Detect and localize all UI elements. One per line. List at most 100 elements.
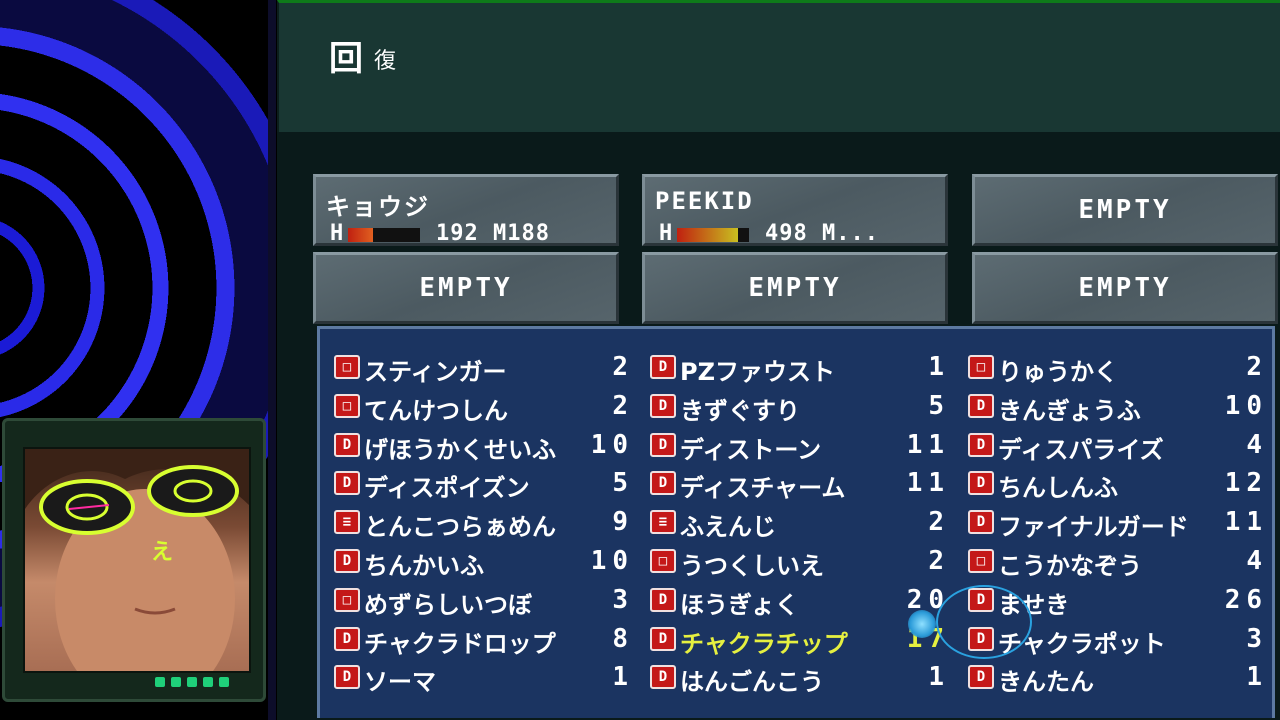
item-row[interactable]: D ソーマ 1 xyxy=(334,659,634,697)
item-quantity: 1 xyxy=(928,662,950,693)
item-row[interactable]: □ スティンガー 2 xyxy=(334,349,634,386)
item-quantity: 1 xyxy=(928,352,950,382)
item-type-icon: □ xyxy=(650,549,676,573)
item-quantity: 2 xyxy=(612,352,634,382)
item-name: ふえんじ xyxy=(680,513,776,542)
party-member-stats: 192 M188 xyxy=(436,221,550,246)
character-portrait: え xyxy=(23,447,251,673)
party-slot-1[interactable]: キョウジ H 192 M188 xyxy=(313,174,619,246)
item-name: ちんかいふ xyxy=(364,552,484,580)
item-quantity: 1 xyxy=(1246,662,1268,693)
menu-title: 復 xyxy=(374,49,397,74)
item-row[interactable]: D ディスチャーム 11 xyxy=(650,465,950,503)
item-type-icon: □ xyxy=(334,587,360,612)
item-quantity: 11 xyxy=(906,429,950,460)
item-row[interactable]: □ めずらしいつぼ 3 xyxy=(334,582,634,619)
item-row[interactable]: ≡ とんこつらぁめん 9 xyxy=(334,504,634,542)
item-name: とんこつらぁめん xyxy=(364,513,556,542)
item-quantity: 3 xyxy=(612,584,634,615)
item-row[interactable]: D ディストーン 11 xyxy=(650,427,950,464)
item-type-icon: ≡ xyxy=(650,510,676,535)
item-type-icon: D xyxy=(334,471,360,496)
item-quantity: 4 xyxy=(1246,429,1268,460)
item-quantity: 1 xyxy=(612,662,634,693)
empty-slot-label: EMPTY xyxy=(748,273,842,303)
item-row[interactable]: D ディスパライズ 4 xyxy=(968,427,1268,464)
item-name: きんたん xyxy=(998,668,1094,697)
item-row[interactable]: □ こうかなぞう 4 xyxy=(968,543,1268,580)
item-type-icon: D xyxy=(650,432,676,457)
item-type-icon: D xyxy=(650,393,676,418)
item-quantity: 10 xyxy=(1224,390,1268,421)
party-slot-4[interactable]: EMPTY xyxy=(313,252,619,324)
party-slot-3[interactable]: EMPTY xyxy=(972,174,1278,246)
hp-label: H xyxy=(330,221,344,246)
item-row[interactable]: D げほうかくせいふ 10 xyxy=(334,427,634,464)
item-row[interactable]: D はんごんこう 1 xyxy=(650,659,950,696)
item-quantity: 2 xyxy=(612,390,634,421)
item-quantity: 5 xyxy=(928,390,950,421)
item-row[interactable]: D ディスポイズン 5 xyxy=(334,465,634,502)
empty-slot-label: EMPTY xyxy=(1078,195,1172,225)
item-name: ちんしんふ xyxy=(998,474,1118,503)
status-lights xyxy=(155,677,255,691)
item-row[interactable]: □ てんけつしん 2 xyxy=(334,388,634,425)
cursor-glow xyxy=(908,610,936,638)
item-row[interactable]: D きんたん 1 xyxy=(968,659,1268,697)
menu-title-icon: 回 xyxy=(329,39,365,79)
menu-header: 回 復 xyxy=(277,0,1280,132)
item-row[interactable]: D チャクラドロップ 8 xyxy=(334,621,634,658)
party-slot-6[interactable]: EMPTY xyxy=(972,252,1278,324)
item-type-icon: □ xyxy=(334,355,360,379)
item-type-icon: ≡ xyxy=(334,510,360,535)
item-name: ディスチャーム xyxy=(680,474,846,503)
item-name: うつくしいえ xyxy=(680,552,824,580)
item-row[interactable]: D PZファウスト 1 xyxy=(650,349,950,386)
item-row[interactable]: D ちんかいふ 10 xyxy=(334,543,634,580)
item-name: りゅうかく xyxy=(998,358,1118,386)
item-type-icon: D xyxy=(968,665,994,690)
empty-slot-label: EMPTY xyxy=(419,273,513,303)
item-type-icon: □ xyxy=(968,549,994,573)
selection-cursor xyxy=(936,585,1032,659)
item-row[interactable]: D ほうぎょく 20 xyxy=(650,582,950,619)
item-type-icon: D xyxy=(650,471,676,496)
item-type-icon: D xyxy=(650,587,676,612)
svg-text:え: え xyxy=(151,540,173,565)
item-type-icon: D xyxy=(334,626,360,651)
party-member-stats: 498 M... xyxy=(765,221,879,246)
item-type-icon: D xyxy=(968,471,994,496)
empty-slot-label: EMPTY xyxy=(1078,273,1172,303)
item-name: チャクラチップ xyxy=(680,629,848,658)
item-row[interactable]: ≡ ふえんじ 2 xyxy=(650,504,950,542)
item-quantity: 11 xyxy=(1224,507,1268,538)
item-row[interactable]: □ うつくしいえ 2 xyxy=(650,543,950,580)
hp-label: H xyxy=(659,221,673,246)
item-name: ソーマ xyxy=(364,668,436,697)
item-row[interactable]: □ りゅうかく 2 xyxy=(968,349,1268,386)
item-row[interactable]: D ファイナルガード 11 xyxy=(968,504,1268,541)
hp-bar xyxy=(677,228,749,242)
party-slot-5[interactable]: EMPTY xyxy=(642,252,948,324)
item-name: げほうかくせいふ xyxy=(364,435,556,464)
item-name: めずらしいつぼ xyxy=(364,590,532,619)
item-name: ディスパライズ xyxy=(998,435,1164,464)
item-quantity: 2 xyxy=(928,507,950,538)
party-slot-2[interactable]: PEEKID H 498 M... xyxy=(642,174,948,246)
hp-fill xyxy=(677,228,739,242)
item-name: チャクラドロップ xyxy=(364,629,556,658)
party-member-name: PEEKID xyxy=(655,187,754,215)
item-row[interactable]: D ちんしんふ 12 xyxy=(968,465,1268,503)
portrait-frame: え xyxy=(2,418,266,702)
item-quantity: 26 xyxy=(1224,584,1268,615)
item-type-icon: D xyxy=(334,549,360,573)
item-type-icon: D xyxy=(968,510,994,535)
item-quantity: 10 xyxy=(590,429,634,460)
item-type-icon: D xyxy=(968,432,994,457)
item-row[interactable]: D きんぎょうふ 10 xyxy=(968,388,1268,425)
item-quantity: 9 xyxy=(612,507,634,538)
item-row[interactable]: D きずぐすり 5 xyxy=(650,388,950,425)
item-name: PZファウスト xyxy=(680,358,835,386)
item-quantity: 10 xyxy=(590,546,634,576)
item-row[interactable]: D チャクラチップ 17 xyxy=(650,621,950,658)
